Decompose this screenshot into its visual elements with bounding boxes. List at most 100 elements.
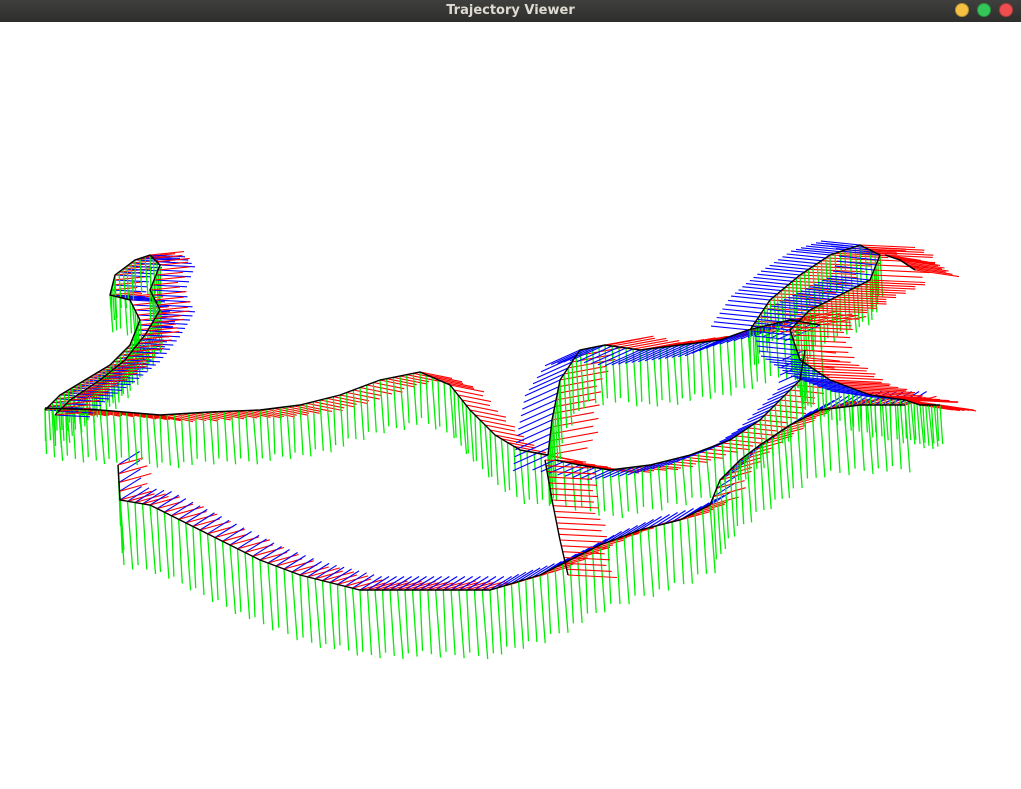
- y-axis-mark: [267, 562, 274, 631]
- z-axis-mark: [307, 562, 330, 578]
- minimize-button[interactable]: [955, 3, 969, 17]
- y-axis-mark: [236, 548, 242, 613]
- y-axis-mark: [689, 454, 693, 498]
- x-axis-mark: [207, 525, 234, 535]
- y-axis-mark: [229, 544, 237, 615]
- y-axis-mark: [412, 373, 418, 425]
- z-axis-mark: [149, 491, 172, 506]
- y-axis-mark: [899, 399, 905, 444]
- y-axis-mark: [734, 464, 739, 527]
- x-axis-mark: [558, 378, 603, 388]
- y-axis-mark: [655, 525, 661, 590]
- y-axis-mark: [663, 523, 670, 591]
- x-axis-mark: [821, 373, 875, 378]
- x-axis-mark: [127, 493, 155, 502]
- x-axis-mark: [157, 266, 191, 271]
- close-button[interactable]: [999, 3, 1013, 17]
- y-axis-mark: [312, 401, 317, 450]
- z-axis-mark: [738, 289, 778, 295]
- y-axis-mark: [159, 414, 163, 463]
- y-axis-mark: [185, 522, 192, 591]
- y-axis-mark: [106, 410, 110, 460]
- y-axis-mark: [907, 400, 912, 441]
- y-axis-mark: [272, 408, 276, 455]
- x-axis-mark: [759, 419, 789, 424]
- y-axis-mark: [599, 544, 606, 613]
- y-axis-mark: [479, 419, 484, 470]
- y-axis-mark: [686, 516, 694, 584]
- y-axis-mark: [332, 396, 337, 446]
- y-axis-mark: [149, 254, 152, 287]
- x-axis-mark: [835, 296, 887, 300]
- y-axis-mark: [679, 519, 685, 585]
- y-axis-mark: [757, 317, 761, 354]
- y-axis-mark: [694, 512, 699, 575]
- y-axis-mark: [617, 468, 624, 519]
- y-axis-mark: [701, 508, 708, 574]
- y-axis-mark: [221, 541, 228, 608]
- pose-axes-group: [44, 240, 977, 660]
- y-axis-mark: [299, 574, 304, 638]
- y-axis-mark: [129, 299, 133, 334]
- trajectory-scene[interactable]: [0, 22, 1021, 789]
- y-axis-mark: [506, 442, 511, 491]
- y-axis-mark: [789, 424, 795, 489]
- y-axis-mark: [494, 434, 499, 486]
- y-axis-mark: [442, 589, 447, 652]
- y-axis-mark: [838, 383, 841, 421]
- y-axis-mark: [466, 589, 471, 653]
- y-axis-mark: [774, 404, 781, 455]
- x-axis-mark: [326, 397, 357, 405]
- y-axis-mark: [571, 463, 577, 511]
- z-axis-mark: [515, 426, 552, 444]
- y-axis-mark: [721, 442, 727, 490]
- y-axis-mark: [546, 571, 552, 634]
- y-axis-mark: [843, 292, 848, 335]
- y-axis-mark: [633, 466, 639, 514]
- y-axis-mark: [251, 556, 256, 618]
- y-axis-mark: [559, 379, 563, 432]
- y-axis-mark: [874, 395, 877, 433]
- y-axis-mark: [163, 512, 170, 579]
- y-axis-mark: [173, 414, 180, 469]
- z-axis-mark: [157, 269, 194, 273]
- y-axis-mark: [326, 398, 332, 453]
- y-axis-mark: [434, 589, 442, 658]
- y-axis-mark: [366, 589, 373, 656]
- y-axis-mark: [216, 411, 220, 459]
- y-axis-mark: [44, 409, 47, 442]
- x-axis-mark: [151, 281, 179, 286]
- render-canvas[interactable]: [0, 22, 1021, 789]
- y-axis-mark: [126, 501, 134, 570]
- y-axis-mark: [319, 399, 324, 451]
- x-axis-mark: [118, 465, 148, 475]
- y-axis-mark: [673, 458, 678, 505]
- y-axis-mark: [726, 337, 732, 396]
- y-axis-mark: [844, 249, 847, 287]
- y-axis-mark: [554, 567, 560, 634]
- y-axis-mark: [816, 371, 820, 411]
- y-axis-mark: [822, 303, 826, 344]
- y-axis-mark: [126, 412, 131, 462]
- y-axis-mark: [192, 526, 197, 589]
- y-axis-mark: [283, 568, 289, 635]
- y-axis-mark: [784, 394, 790, 442]
- y-axis-mark: [829, 254, 832, 292]
- y-axis-mark: [740, 332, 745, 389]
- y-axis-mark: [904, 399, 908, 437]
- y-axis-mark: [419, 589, 424, 652]
- z-axis-mark: [155, 274, 192, 278]
- x-axis-mark: [822, 303, 877, 307]
- z-axis-mark: [725, 304, 765, 310]
- x-axis-mark: [713, 487, 746, 498]
- y-axis-mark: [519, 449, 526, 505]
- y-axis-mark: [199, 529, 205, 596]
- x-axis-mark: [871, 274, 923, 278]
- y-axis-mark: [526, 451, 531, 500]
- z-axis-mark: [728, 299, 768, 305]
- y-axis-mark: [359, 589, 364, 652]
- title-bar[interactable]: Trajectory Viewer: [0, 0, 1021, 23]
- y-axis-mark: [139, 413, 143, 461]
- y-axis-mark: [719, 339, 724, 396]
- maximize-button[interactable]: [977, 3, 991, 17]
